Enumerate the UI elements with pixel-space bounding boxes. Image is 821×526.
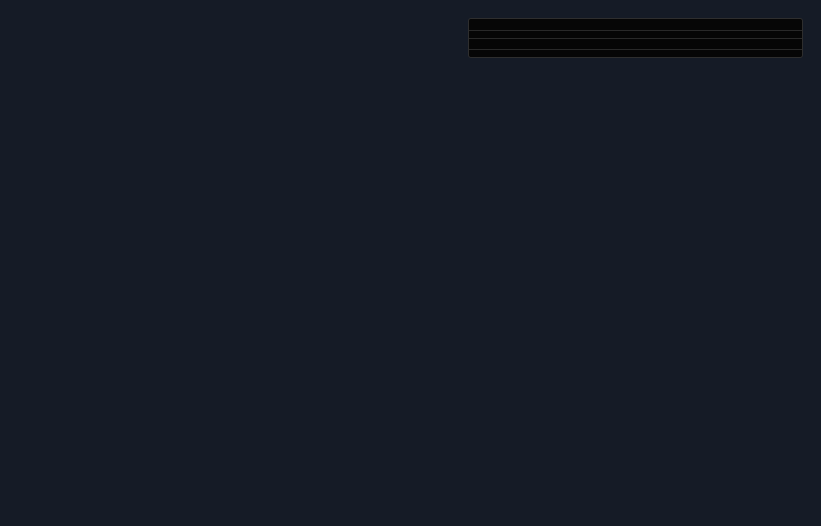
tooltip-equity-row <box>469 38 802 49</box>
chart-tooltip <box>468 18 803 58</box>
tooltip-cash-row <box>469 49 802 57</box>
chart-canvas[interactable] <box>0 0 821 526</box>
chart-page <box>0 0 821 526</box>
tooltip-debt-row <box>469 30 802 38</box>
tooltip-date <box>469 19 802 30</box>
